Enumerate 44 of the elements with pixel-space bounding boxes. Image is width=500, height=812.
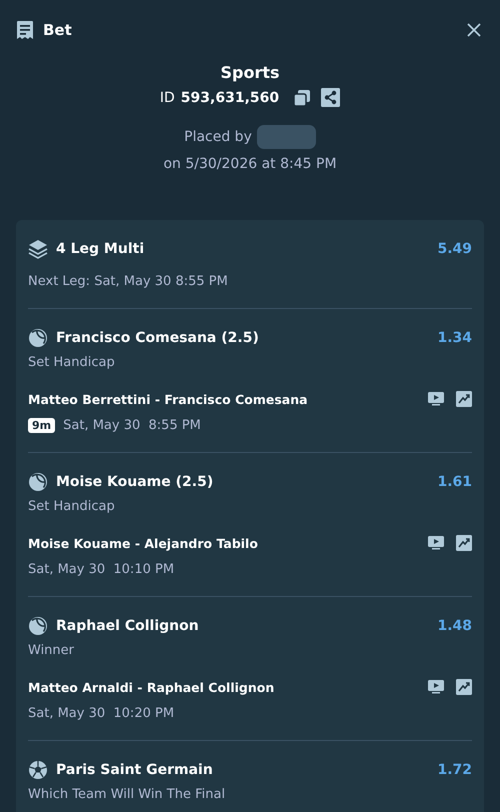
market-name: Winner: [28, 643, 76, 658]
odds-value: 1.34: [437, 330, 472, 346]
layers-icon: [28, 239, 48, 259]
odds-value: 1.72: [437, 762, 472, 778]
bet-category: Sports: [220, 63, 280, 82]
market-name: Which Team Will Win The Final: [28, 787, 226, 802]
live-stream-icon[interactable]: [428, 680, 444, 694]
selection-name: Francisco Comesana (2.5): [56, 330, 259, 346]
stats-chart-icon[interactable]: [456, 535, 472, 551]
odds-value: 1.48: [437, 618, 472, 634]
soccer-ball-icon: [28, 760, 48, 780]
match-name: Moise Kouame - Alejandro Tabilo: [28, 536, 258, 550]
match-name: Matteo Arnaldi - Raphael Collignon: [28, 680, 274, 694]
placed-date: on 5/30/2026 at 8:45 PM: [163, 156, 337, 172]
selection-name: Raphael Collignon: [56, 618, 199, 634]
tennis-ball-icon: [28, 472, 48, 492]
receipt-icon: [16, 20, 34, 40]
id-label: ID: [160, 90, 175, 106]
close-icon[interactable]: [466, 22, 482, 38]
odds-value: 1.61: [437, 474, 472, 490]
selection-name: Moise Kouame (2.5): [56, 474, 214, 490]
market-name: Set Handicap: [28, 355, 116, 370]
odds-value: 5.49: [437, 241, 472, 257]
live-stream-icon[interactable]: [428, 392, 444, 406]
share-icon[interactable]: [321, 88, 340, 107]
next-leg-time: Next Leg: Sat, May 30 8:55 PM: [28, 274, 229, 289]
tennis-ball-icon: [28, 616, 48, 636]
countdown-badge: 9m: [28, 418, 56, 433]
multi-title: 4 Leg Multi: [56, 241, 144, 257]
stats-chart-icon[interactable]: [456, 679, 472, 695]
redacted-name: [256, 125, 316, 149]
placed-by-label: Placed by: [184, 129, 252, 145]
event-time: Sat, May 30 8:55 PM: [63, 418, 201, 433]
stats-chart-icon[interactable]: [456, 391, 472, 407]
dialog-title: Bet: [43, 21, 72, 39]
market-name: Set Handicap: [28, 499, 116, 514]
live-stream-icon[interactable]: [428, 536, 444, 550]
event-time: Sat, May 30 10:10 PM: [28, 562, 174, 577]
copy-icon[interactable]: [293, 88, 312, 106]
tennis-ball-icon: [28, 328, 48, 348]
bet-id: 593,631,560: [180, 90, 280, 106]
match-name: Matteo Berrettini - Francisco Comesana: [28, 392, 308, 406]
selection-name: Paris Saint Germain: [56, 762, 213, 778]
event-time: Sat, May 30 10:20 PM: [28, 706, 174, 721]
